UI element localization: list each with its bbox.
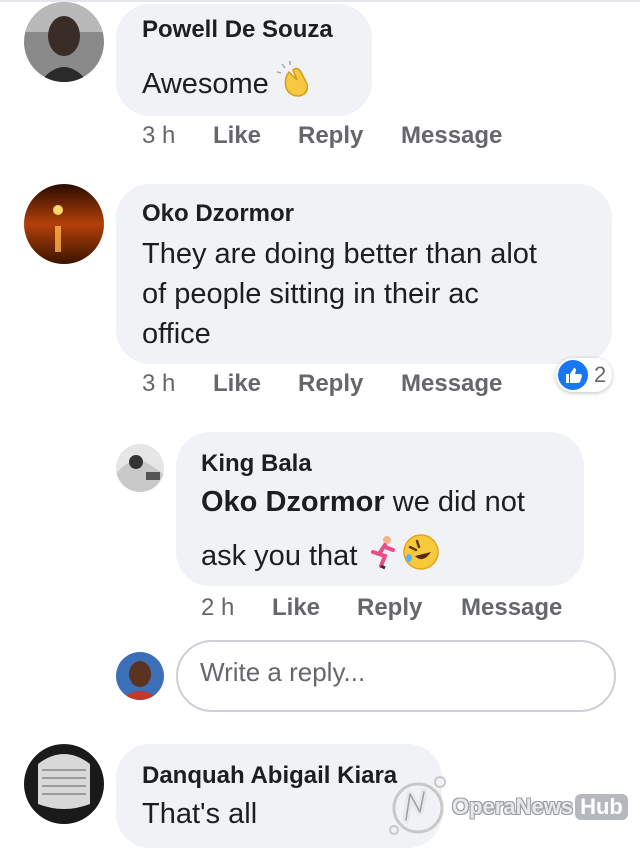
reply-author[interactable]: King Bala <box>201 450 312 478</box>
like-link[interactable]: Like <box>272 594 320 622</box>
message-link[interactable]: Message <box>461 594 562 622</box>
operanews-logo-icon <box>389 776 446 835</box>
avatar-danquah[interactable] <box>24 744 104 824</box>
mention-link[interactable]: Oko Dzormor <box>201 486 385 518</box>
comment-timestamp: 3 h <box>142 122 176 149</box>
reaction-count: 2 <box>594 362 607 387</box>
reply-link[interactable]: Reply <box>298 122 363 150</box>
watermark: OperaNews Hub <box>386 772 630 840</box>
reply-text-line: Oko Dzormor we did not <box>201 486 525 518</box>
avatar-king-bala[interactable] <box>116 444 164 492</box>
reply-actions: 2 h Like Reply Message <box>201 594 601 624</box>
reply-timestamp: 2 h <box>201 594 235 621</box>
message-link[interactable]: Message <box>401 122 502 150</box>
like-link[interactable]: Like <box>213 370 261 398</box>
runner-icon <box>365 534 401 581</box>
comment-text-line: They are doing better than alot <box>142 238 537 270</box>
reply-link[interactable]: Reply <box>357 594 422 622</box>
top-divider <box>0 0 640 2</box>
reaction-badge[interactable]: 2 <box>556 358 612 392</box>
comment-text: That's all <box>142 798 258 830</box>
like-link[interactable]: Like <box>213 122 261 150</box>
comment-actions: 3 h Like Reply Message <box>142 370 542 400</box>
avatar-current-user <box>116 652 164 700</box>
reply-input-box[interactable] <box>176 640 616 712</box>
comment-text: Awesome <box>142 60 317 111</box>
thumbs-up-icon <box>558 360 588 390</box>
comment-author[interactable]: Oko Dzormor <box>142 200 294 228</box>
comment-timestamp: 3 h <box>142 370 176 397</box>
watermark-text: OperaNews Hub <box>452 794 628 820</box>
clapping-hands-icon <box>276 60 317 111</box>
comment-actions: 3 h Like Reply Message <box>142 122 542 152</box>
reply-link[interactable]: Reply <box>298 370 363 398</box>
rolling-laughing-face-icon <box>401 532 441 583</box>
avatar-oko[interactable] <box>24 184 104 264</box>
message-link[interactable]: Message <box>401 370 502 398</box>
comment-author[interactable]: Powell De Souza <box>142 16 333 44</box>
comment-author[interactable]: Danquah Abigail Kiara <box>142 762 397 790</box>
avatar-powell[interactable] <box>24 2 104 82</box>
reply-text-line: ask you that <box>201 532 441 583</box>
reply-input[interactable] <box>200 654 580 690</box>
comment-text-line: of people sitting in their ac <box>142 278 479 310</box>
comment-text-line: office <box>142 318 211 350</box>
